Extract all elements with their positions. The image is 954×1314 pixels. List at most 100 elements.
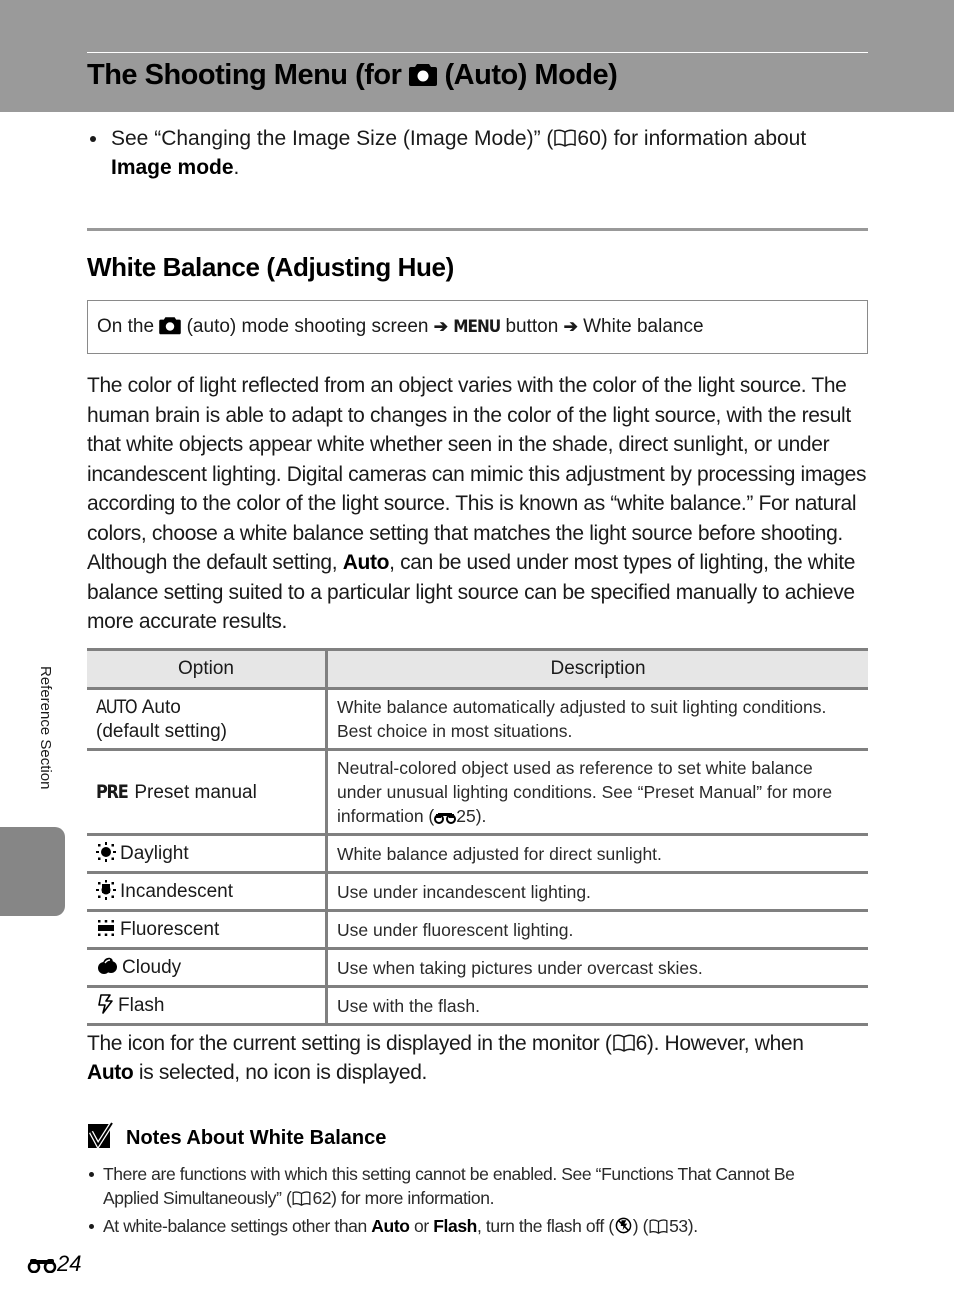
book-icon: [554, 129, 577, 147]
book-icon: [612, 1034, 635, 1052]
table-row: Daylight White balance adjusted for dire…: [87, 833, 868, 874]
note-item-tail: ).: [687, 1216, 698, 1236]
column-header-option: Option: [87, 648, 328, 690]
description-tail: ).: [475, 806, 487, 826]
note-item: There are functions with which this sett…: [87, 1162, 847, 1210]
menu-path-mode: (auto) mode shooting screen: [186, 316, 429, 337]
check-note-icon: [88, 1121, 114, 1150]
intro-tail: .: [233, 156, 240, 179]
option-sublabel: (default setting): [96, 720, 227, 742]
note-item-text2: , turn the flash off (: [476, 1216, 614, 1236]
column-header-description: Description: [326, 648, 868, 690]
white-balance-description: The color of light reflected from an obj…: [87, 371, 877, 637]
flash-wb-icon: [98, 993, 113, 1014]
table-row: Cloudy Use when taking pictures under ov…: [87, 947, 868, 988]
note-item: At white-balance settings other than Aut…: [87, 1214, 847, 1238]
auto-wb-icon: AUTO: [96, 695, 138, 718]
option-label: Incandescent: [120, 880, 234, 902]
intro-bullet: See “Changing the Image Size (Image Mode…: [87, 124, 847, 182]
page-number: 24: [27, 1251, 81, 1277]
option-label: Flash: [118, 994, 165, 1016]
header-band: [0, 0, 954, 112]
description-cell: White balance adjusted for direct sunlig…: [326, 833, 868, 874]
auto-term: Auto: [342, 551, 390, 574]
camera-auto-icon: [159, 317, 182, 335]
description-cell: Neutral-colored object used as reference…: [326, 748, 868, 836]
menu-path-destination: White balance: [583, 316, 704, 337]
page-title: The Shooting Menu (for (Auto) Mode): [87, 59, 618, 92]
table-header-row: Option Description: [87, 648, 868, 690]
option-cell: PRE Preset manual: [87, 748, 328, 836]
page-number-value: 24: [57, 1251, 82, 1276]
monitor-icon-note: The icon for the current setting is disp…: [87, 1029, 877, 1087]
table-row: Flash Use with the flash.: [87, 985, 868, 1026]
note-item-tail: ) for more information.: [331, 1188, 495, 1208]
table-row: AUTO Auto (default setting) White balanc…: [87, 687, 868, 751]
menu-path-prefix: On the: [97, 316, 155, 337]
notes-heading-text: Notes About White Balance: [126, 1127, 387, 1149]
option-label: Auto: [141, 696, 181, 718]
option-cell: Incandescent: [87, 871, 328, 912]
arrow-right-icon: ➔: [433, 317, 449, 336]
menu-button-icon: MENU: [453, 317, 501, 337]
note-text: The icon for the current setting is disp…: [87, 1032, 612, 1055]
menu-path-box: On the (auto) mode shooting screen ➔ MEN…: [87, 300, 868, 354]
option-cell: Fluorescent: [87, 909, 328, 950]
menu-path-button: button: [505, 316, 559, 337]
description-text: Neutral-colored object used as reference…: [337, 758, 833, 826]
intro-text: See “Changing the Image Size (Image Mode…: [111, 127, 554, 150]
preset-wb-icon: PRE: [96, 780, 129, 803]
paragraph-text: The color of light reflected from an obj…: [87, 374, 867, 574]
fluorescent-icon: [98, 919, 114, 936]
option-label: Cloudy: [122, 956, 182, 978]
image-mode-term: Image mode: [111, 156, 234, 179]
monitor-ref-page[interactable]: 6: [636, 1032, 648, 1055]
option-cell: Daylight: [87, 833, 328, 874]
description-cell: Use with the flash.: [326, 985, 868, 1026]
auto-term: Auto: [371, 1216, 410, 1236]
option-label: Daylight: [120, 842, 189, 864]
daylight-icon: [96, 841, 116, 862]
table-row: Fluorescent Use under fluorescent lighti…: [87, 909, 868, 950]
description-cell: Use under incandescent lighting.: [326, 871, 868, 912]
flash-off-icon: [615, 1217, 632, 1234]
option-cell: Cloudy: [87, 947, 328, 988]
intro-text-after: ) for information about: [600, 127, 807, 150]
note-tail: is selected, no icon is displayed.: [138, 1061, 428, 1084]
note-item-or: or: [414, 1216, 429, 1236]
notes-list: There are functions with which this sett…: [87, 1162, 847, 1242]
reference-binoculars-icon: [434, 813, 457, 824]
incandescent-icon: [96, 879, 116, 900]
intro-bullets: See “Changing the Image Size (Image Mode…: [87, 124, 847, 182]
flash-term: Flash: [433, 1216, 477, 1236]
camera-auto-icon: [408, 64, 437, 86]
notes-heading: Notes About White Balance: [88, 1121, 387, 1150]
description-cell: White balance automatically adjusted to …: [326, 687, 868, 751]
auto-term: Auto: [87, 1061, 134, 1084]
option-cell: Flash: [87, 985, 328, 1026]
cloudy-icon: [98, 957, 117, 974]
reference-page[interactable]: 25: [456, 806, 475, 826]
table-row: Incandescent Use under incandescent ligh…: [87, 871, 868, 912]
section-tab[interactable]: [0, 827, 65, 916]
note-item-text3: ) (: [632, 1216, 649, 1236]
note-ref-page[interactable]: 62: [312, 1188, 331, 1208]
description-cell: Use under fluorescent lighting.: [326, 909, 868, 950]
note-item-text: At white-balance settings other than: [103, 1216, 367, 1236]
book-icon: [292, 1191, 311, 1206]
page-title-text-start: The Shooting Menu (for: [87, 59, 402, 91]
header-rule: [87, 52, 868, 53]
section-divider: [87, 228, 868, 231]
book-icon: [649, 1219, 668, 1234]
side-section-label: Reference Section: [37, 666, 54, 790]
arrow-right-icon: ➔: [563, 317, 578, 336]
table-row: PRE Preset manual Neutral-colored object…: [87, 748, 868, 836]
option-label: Preset manual: [134, 781, 257, 803]
section-heading: White Balance (Adjusting Hue): [87, 252, 454, 282]
note-text-after: ). However, when: [646, 1032, 804, 1055]
option-label: Fluorescent: [120, 918, 220, 940]
page-title-text-end: (Auto) Mode): [444, 59, 618, 91]
intro-ref-page[interactable]: 60: [577, 127, 600, 150]
note-ref-page[interactable]: 53: [669, 1216, 688, 1236]
description-cell: Use when taking pictures under overcast …: [326, 947, 868, 988]
